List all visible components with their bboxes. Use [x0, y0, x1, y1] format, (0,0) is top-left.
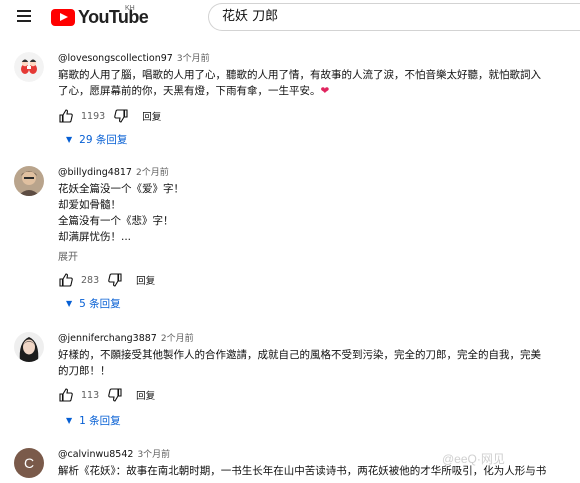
comment-line: 好樣的，不願接受其他製作人的合作邀請，成就自己的風格不受到污染，完全的刀郎，完全… [58, 349, 541, 361]
comment-actions: 1193 回复 [58, 108, 161, 124]
thumb-down-icon[interactable] [107, 387, 123, 403]
comment-author-line: @billyding4817 2个月前 [58, 166, 169, 180]
youtube-play-icon [51, 9, 75, 26]
caret-down-icon: ▼ [66, 135, 73, 144]
watermark: @eeQ·网见 [442, 452, 505, 466]
comment-author-line: @jenniferchang3887 2个月前 [58, 332, 194, 346]
comment-line: 却满屏忧伤！... [58, 231, 132, 243]
comment-author-line: @lovesongscollection97 3个月前 [58, 52, 210, 66]
heart-emoji: ❤ [320, 85, 330, 97]
avatar-letter: C [23, 455, 35, 471]
comment-line: 了心，愿屏幕前的你，天黑有燈，下雨有傘，一生平安。 [58, 85, 321, 97]
comment-line: 的刀郎！！ [58, 365, 111, 377]
comment-line: 窮歌的人用了腦，唱歌的人用了心，聽歌的人用了情，有故事的人流了淚，不怕音樂太好聽… [58, 69, 541, 81]
expand-button[interactable]: 展开 [58, 248, 78, 263]
caret-down-icon: ▼ [66, 416, 73, 425]
comment-time[interactable]: 2个月前 [136, 168, 169, 178]
comment-actions: 283 回复 [58, 272, 155, 288]
like-count: 1193 [81, 110, 106, 122]
thumb-down-icon[interactable] [113, 108, 129, 124]
reply-button[interactable]: 回复 [142, 109, 161, 123]
comment-line: 花妖全篇没一个《爱》字！ [58, 183, 184, 195]
thumb-up-icon[interactable] [58, 108, 74, 124]
region-code: KH [125, 5, 135, 12]
view-replies-button[interactable]: ▼ 5 条回复 [66, 296, 121, 311]
comment-time[interactable]: 3个月前 [177, 54, 210, 64]
replies-count: 5 条回复 [79, 298, 121, 310]
comment-actions: 113 回复 [58, 387, 155, 403]
menu-icon[interactable] [17, 10, 31, 22]
like-count: 113 [81, 389, 100, 401]
comment-time[interactable]: 2个月前 [161, 334, 194, 344]
comment-text: 花妖全篇没一个《爱》字！ 却爱如骨髓！ 全篇没有一个《悲》字！ 却满屏忧伤！..… [58, 181, 563, 245]
comment-author[interactable]: @lovesongscollection97 [58, 53, 173, 64]
view-replies-button[interactable]: ▼ 29 条回复 [66, 132, 127, 147]
replies-count: 1 条回复 [79, 415, 121, 427]
search-input[interactable]: 花妖 刀郎 [208, 3, 580, 31]
avatar[interactable] [14, 332, 44, 362]
comment-author[interactable]: @billyding4817 [58, 167, 132, 178]
reply-button[interactable]: 回复 [136, 273, 155, 287]
comment-text: 好樣的，不願接受其他製作人的合作邀請，成就自己的風格不受到污染，完全的刀郎，完全… [58, 347, 563, 379]
comment-line: 全篇没有一个《悲》字！ [58, 215, 174, 227]
avatar[interactable]: C [14, 448, 44, 478]
comment-time[interactable]: 3个月前 [137, 450, 170, 460]
comment-text: 窮歌的人用了腦，唱歌的人用了心，聽歌的人用了情，有故事的人流了淚，不怕音樂太好聽… [58, 67, 563, 99]
caret-down-icon: ▼ [66, 299, 73, 308]
comment-line-wrap: 了心，愿屏幕前的你，天黑有燈，下雨有傘，一生平安。❤ [58, 83, 563, 99]
view-replies-button[interactable]: ▼ 1 条回复 [66, 413, 121, 428]
thumb-down-icon[interactable] [107, 272, 123, 288]
thumb-up-icon[interactable] [58, 272, 74, 288]
reply-button[interactable]: 回复 [136, 388, 155, 402]
brand-name: YouTube [78, 7, 149, 27]
thumb-up-icon[interactable] [58, 387, 74, 403]
avatar[interactable] [14, 52, 44, 82]
replies-count: 29 条回复 [79, 134, 128, 146]
comment-line: 却爱如骨髓！ [58, 199, 121, 211]
comment-author[interactable]: @jenniferchang3887 [58, 333, 157, 344]
top-bar: YouTube KH 花妖 刀郎 [0, 0, 580, 34]
avatar[interactable] [14, 166, 44, 196]
comment-author[interactable]: @calvinwu8542 [58, 449, 133, 460]
comment-author-line: @calvinwu8542 3个月前 [58, 448, 170, 462]
like-count: 283 [81, 274, 100, 286]
